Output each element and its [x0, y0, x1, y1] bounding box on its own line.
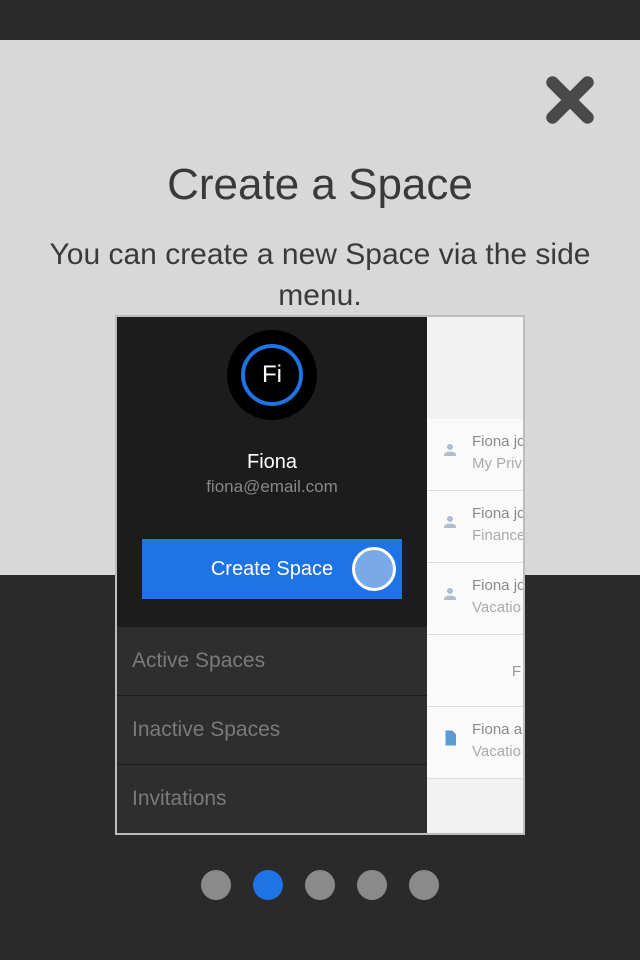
- status-bar: [0, 0, 640, 40]
- feed-item: Fiona jo Vacatio: [427, 563, 525, 635]
- feed-line2: Finance: [472, 527, 525, 544]
- user-icon: [441, 441, 459, 459]
- document-icon: [441, 729, 459, 747]
- tap-indicator-icon: [352, 547, 396, 591]
- tutorial-title: Create a Space: [0, 160, 640, 210]
- tutorial-subtitle: You can create a new Space via the side …: [30, 235, 610, 316]
- feed-line1: Fiona jo: [472, 433, 525, 450]
- pagination-dots: [0, 870, 640, 900]
- user-icon: [441, 513, 459, 531]
- feed-item: Fiona jo Finance: [427, 491, 525, 563]
- sidebar-item-label: Inactive Spaces: [132, 718, 280, 742]
- feed-line2: Vacatio: [472, 743, 521, 760]
- page-dot-1[interactable]: [201, 870, 231, 900]
- avatar-initials: Fi: [241, 344, 303, 406]
- feed-center-label: F: [512, 663, 521, 680]
- page-dot-4[interactable]: [357, 870, 387, 900]
- page-dot-2[interactable]: [253, 870, 283, 900]
- app-preview-frame: Fiona jo My Priv Fiona jo Finance Fiona …: [115, 315, 525, 835]
- sidebar-item-active-spaces[interactable]: Active Spaces: [117, 627, 427, 696]
- sidebar-item-label: Active Spaces: [132, 649, 265, 673]
- sidebar-item-invitations[interactable]: Invitations: [117, 765, 427, 834]
- feed-item: F: [427, 635, 525, 707]
- feed-line2: My Priv: [472, 455, 522, 472]
- feed-item: Fiona a Vacatio: [427, 707, 525, 779]
- feed-line1: Fiona jo: [472, 577, 525, 594]
- side-menu: Fi Fiona fiona@email.com Create Space Ac…: [117, 317, 427, 833]
- user-icon: [441, 585, 459, 603]
- create-space-label: Create Space: [211, 558, 333, 581]
- page-dot-3[interactable]: [305, 870, 335, 900]
- feed-line1: Fiona jo: [472, 505, 525, 522]
- feed-panel: Fiona jo My Priv Fiona jo Finance Fiona …: [427, 317, 525, 833]
- avatar[interactable]: Fi: [227, 330, 317, 420]
- feed-item: Fiona jo My Priv: [427, 419, 525, 491]
- close-button[interactable]: [540, 70, 600, 130]
- page-dot-5[interactable]: [409, 870, 439, 900]
- close-icon: [540, 70, 600, 130]
- create-space-button[interactable]: Create Space: [142, 539, 402, 599]
- feed-line1: Fiona a: [472, 721, 522, 738]
- user-email: fiona@email.com: [117, 477, 427, 497]
- sidebar-item-label: Invitations: [132, 787, 227, 811]
- sidebar-item-inactive-spaces[interactable]: Inactive Spaces: [117, 696, 427, 765]
- feed-line2: Vacatio: [472, 599, 521, 616]
- user-name: Fiona: [117, 451, 427, 474]
